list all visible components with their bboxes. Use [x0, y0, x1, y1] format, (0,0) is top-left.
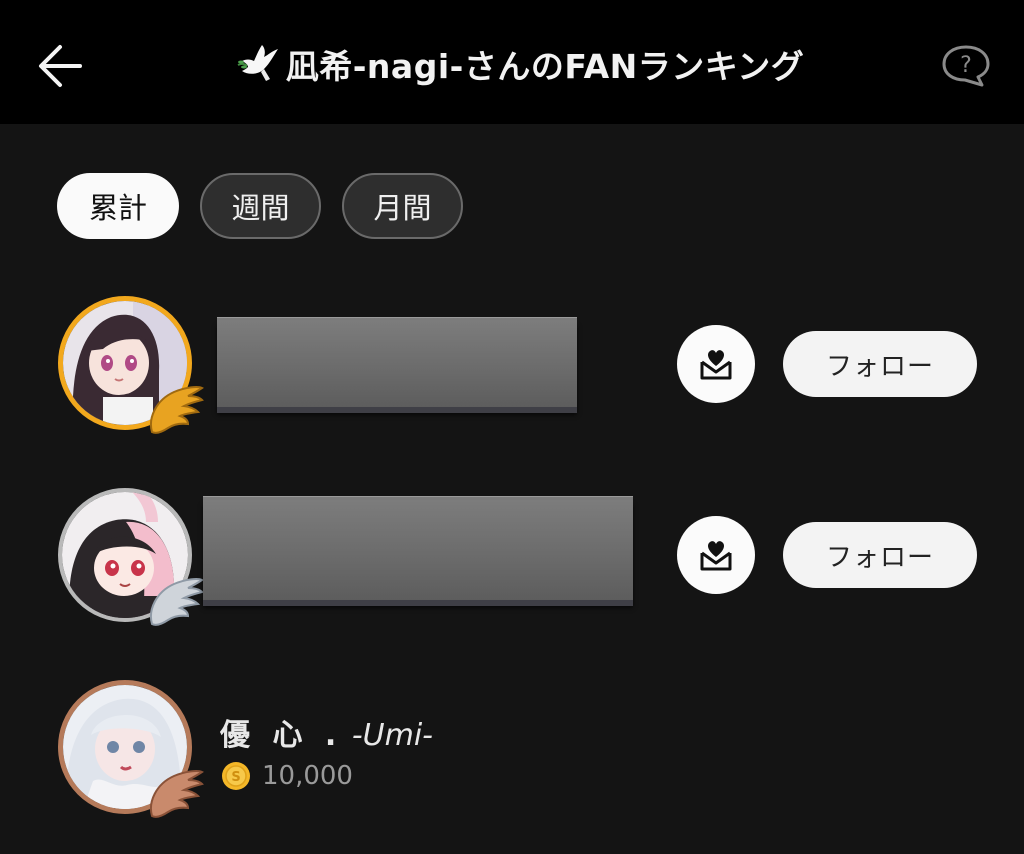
follow-button[interactable]: フォロー	[783, 331, 977, 397]
coin-total: S 10,000	[220, 760, 353, 792]
arrow-left-icon	[39, 45, 82, 87]
back-button[interactable]	[30, 36, 90, 96]
fan-username-en: -Umi-	[342, 718, 433, 753]
gold-wing-badge-icon	[146, 382, 206, 436]
heart-mail-icon	[700, 541, 732, 571]
dove-icon	[237, 45, 278, 81]
coin-amount: 10,000	[262, 761, 353, 791]
header-bar: 凪希-nagi-さんのFANランキング ?	[0, 0, 1024, 124]
coin-icon: S	[222, 762, 250, 790]
page-title-wrap: 凪希-nagi-さんのFANランキング	[200, 36, 840, 92]
silver-wing-badge-icon	[146, 574, 206, 628]
follow-button[interactable]: フォロー	[783, 522, 977, 588]
period-tabs: 累計 週間 月間	[57, 173, 463, 239]
heart-mail-icon	[700, 350, 732, 380]
send-letter-button[interactable]	[677, 325, 755, 403]
tab-weekly[interactable]: 週間	[200, 173, 321, 239]
help-bubble-icon: ?	[942, 45, 990, 87]
tab-monthly[interactable]: 月間	[342, 173, 463, 239]
svg-text:?: ?	[960, 53, 972, 78]
redacted-username	[217, 317, 577, 407]
tab-cumulative[interactable]: 累計	[57, 173, 179, 239]
help-button[interactable]: ?	[940, 44, 992, 88]
svg-text:S: S	[231, 770, 240, 785]
bronze-wing-badge-icon	[146, 766, 206, 820]
send-letter-button[interactable]	[677, 516, 755, 594]
redacted-username	[203, 496, 633, 600]
page-title: 凪希-nagi-さんのFANランキング	[285, 47, 805, 86]
fan-username-jp: 優 心 .	[220, 718, 343, 753]
fan-username[interactable]: 優 心 . -Umi-	[220, 710, 433, 754]
